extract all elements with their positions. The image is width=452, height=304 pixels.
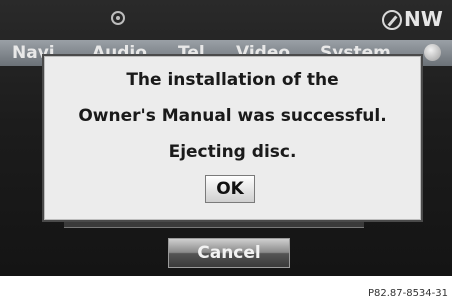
compass-direction: NW bbox=[404, 7, 443, 31]
cancel-button[interactable]: Cancel bbox=[168, 238, 290, 268]
status-bar: NW bbox=[0, 0, 452, 38]
ok-button[interactable]: OK bbox=[205, 175, 255, 203]
round-knob-icon[interactable] bbox=[424, 44, 441, 61]
disc-icon bbox=[111, 11, 125, 25]
installation-success-dialog: The installation of the Owner's Manual w… bbox=[44, 56, 421, 220]
dialog-message-line-1: The installation of the bbox=[126, 70, 339, 90]
dialog-message-line-3: Ejecting disc. bbox=[168, 142, 297, 162]
compass-icon bbox=[382, 10, 402, 30]
figure-code: P82.87-8534-31 bbox=[367, 288, 448, 299]
dialog-message-line-2: Owner's Manual was successful. bbox=[78, 106, 387, 126]
head-unit-screen: NW Navi Audio Tel Video System The insta… bbox=[0, 0, 452, 276]
